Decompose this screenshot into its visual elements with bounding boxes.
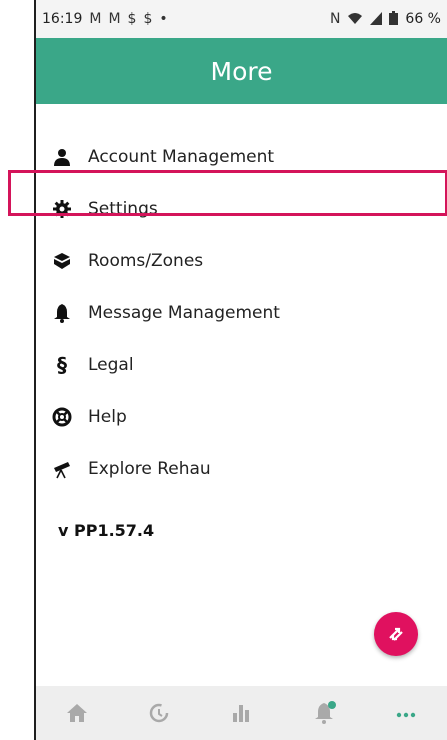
- bar-chart-icon: [233, 705, 250, 722]
- swap-arrows-icon: [389, 627, 403, 641]
- menu-item-label: Message Management: [88, 303, 280, 323]
- status-bar: 16:19 M M $ $ • N 66 %: [36, 0, 447, 38]
- phone-screen: 16:19 M M $ $ • N 66 % More Account Mana…: [34, 0, 447, 740]
- mail-icon: M: [108, 11, 121, 27]
- status-left: 16:19 M M $ $ •: [42, 11, 168, 27]
- dot-icon: •: [159, 11, 168, 27]
- bell-icon: [50, 301, 74, 325]
- battery-icon: [389, 10, 399, 28]
- wifi-icon: [347, 11, 363, 28]
- section-icon: §: [57, 353, 67, 377]
- menu-item-label: Settings: [88, 199, 158, 219]
- home-icon: [67, 704, 88, 722]
- menu-item-label: Account Management: [88, 147, 275, 167]
- telescope-icon: [50, 457, 74, 481]
- clock-icon: [150, 703, 169, 723]
- menu-item-account-management[interactable]: Account Management: [36, 131, 447, 183]
- user-icon: [50, 145, 74, 169]
- battery-percent: 66 %: [405, 11, 441, 27]
- menu-item-message-management[interactable]: Message Management: [36, 287, 447, 339]
- menu-item-label: Legal: [88, 355, 134, 375]
- menu-item-label: Help: [88, 407, 127, 427]
- page-header: More: [36, 38, 447, 104]
- notification-icon: $: [143, 11, 153, 27]
- menu-list: Account Management Settings Rooms/Zones …: [36, 131, 447, 495]
- nfc-icon: N: [329, 11, 341, 27]
- menu-item-label: Rooms/Zones: [88, 251, 204, 271]
- sync-fab-button[interactable]: [374, 612, 418, 656]
- nav-more[interactable]: [386, 693, 426, 733]
- menu-item-settings[interactable]: Settings: [36, 183, 447, 235]
- menu-item-legal[interactable]: § Legal: [36, 339, 447, 391]
- nav-statistics[interactable]: [221, 693, 261, 733]
- mail-icon: M: [89, 11, 102, 27]
- page-title: More: [210, 56, 273, 86]
- app-version: v PP1.57.4: [58, 521, 155, 540]
- bottom-nav: [36, 686, 447, 740]
- notification-dot: [327, 701, 336, 709]
- status-right: N 66 %: [329, 10, 441, 28]
- nav-notifications[interactable]: [304, 693, 344, 733]
- status-time: 16:19: [42, 11, 83, 27]
- nav-home[interactable]: [57, 693, 97, 733]
- lifebuoy-icon: [50, 405, 74, 429]
- cube-icon: [50, 249, 74, 273]
- signal-icon: [370, 11, 383, 28]
- notification-icon: $: [127, 11, 137, 27]
- more-icon: [396, 712, 416, 718]
- menu-item-help[interactable]: Help: [36, 391, 447, 443]
- gear-icon: [50, 197, 74, 221]
- menu-item-label: Explore Rehau: [88, 459, 211, 479]
- menu-item-explore-rehau[interactable]: Explore Rehau: [36, 443, 447, 495]
- menu-item-rooms-zones[interactable]: Rooms/Zones: [36, 235, 447, 287]
- nav-timer[interactable]: [139, 693, 179, 733]
